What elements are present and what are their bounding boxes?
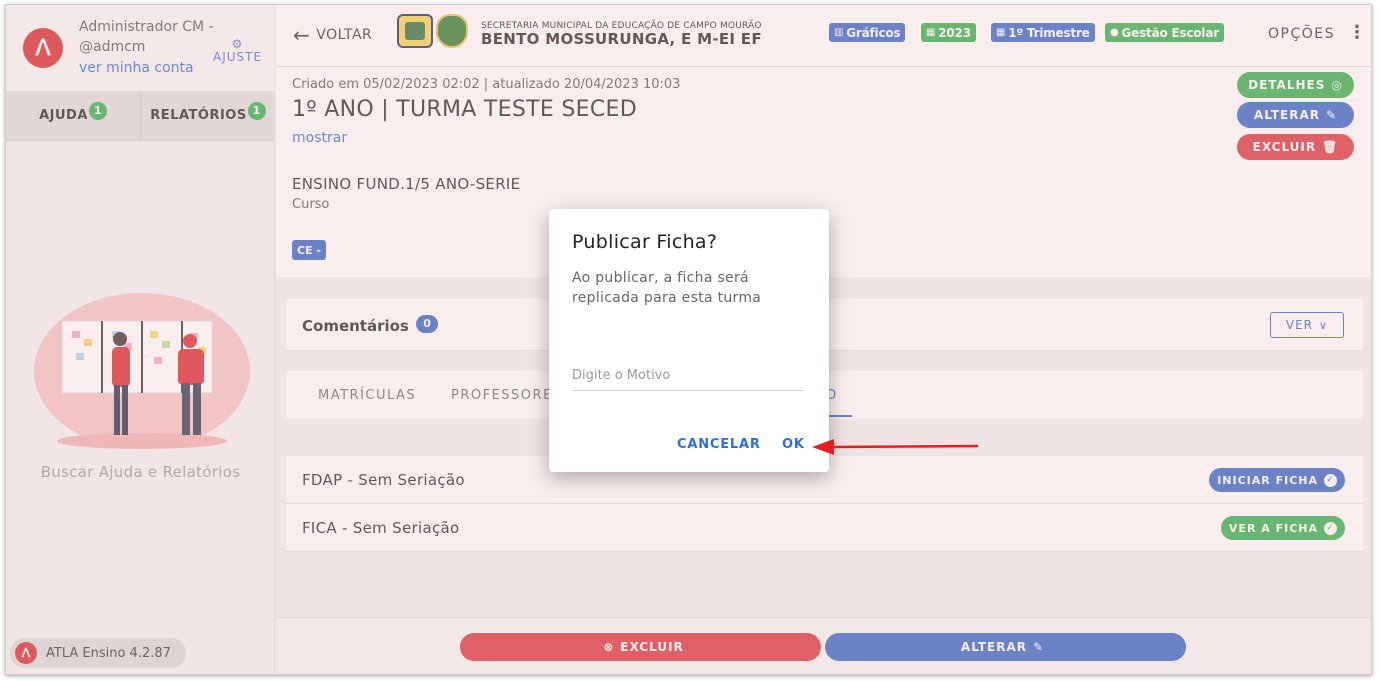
red-arrow-annotation — [812, 439, 979, 455]
dialog-title: Publicar Ficha? — [572, 231, 718, 253]
cancel-button[interactable]: CANCELAR — [677, 437, 761, 452]
motivo-input[interactable] — [572, 361, 804, 391]
publish-dialog: Publicar Ficha? Ao publicar, a ficha ser… — [549, 209, 829, 472]
dialog-message: Ao publicar, a ficha será replicada para… — [572, 270, 762, 306]
app-window: ⴷ Administrador CM - @admcm ver minha co… — [5, 4, 1372, 675]
ok-button[interactable]: OK — [782, 437, 805, 452]
